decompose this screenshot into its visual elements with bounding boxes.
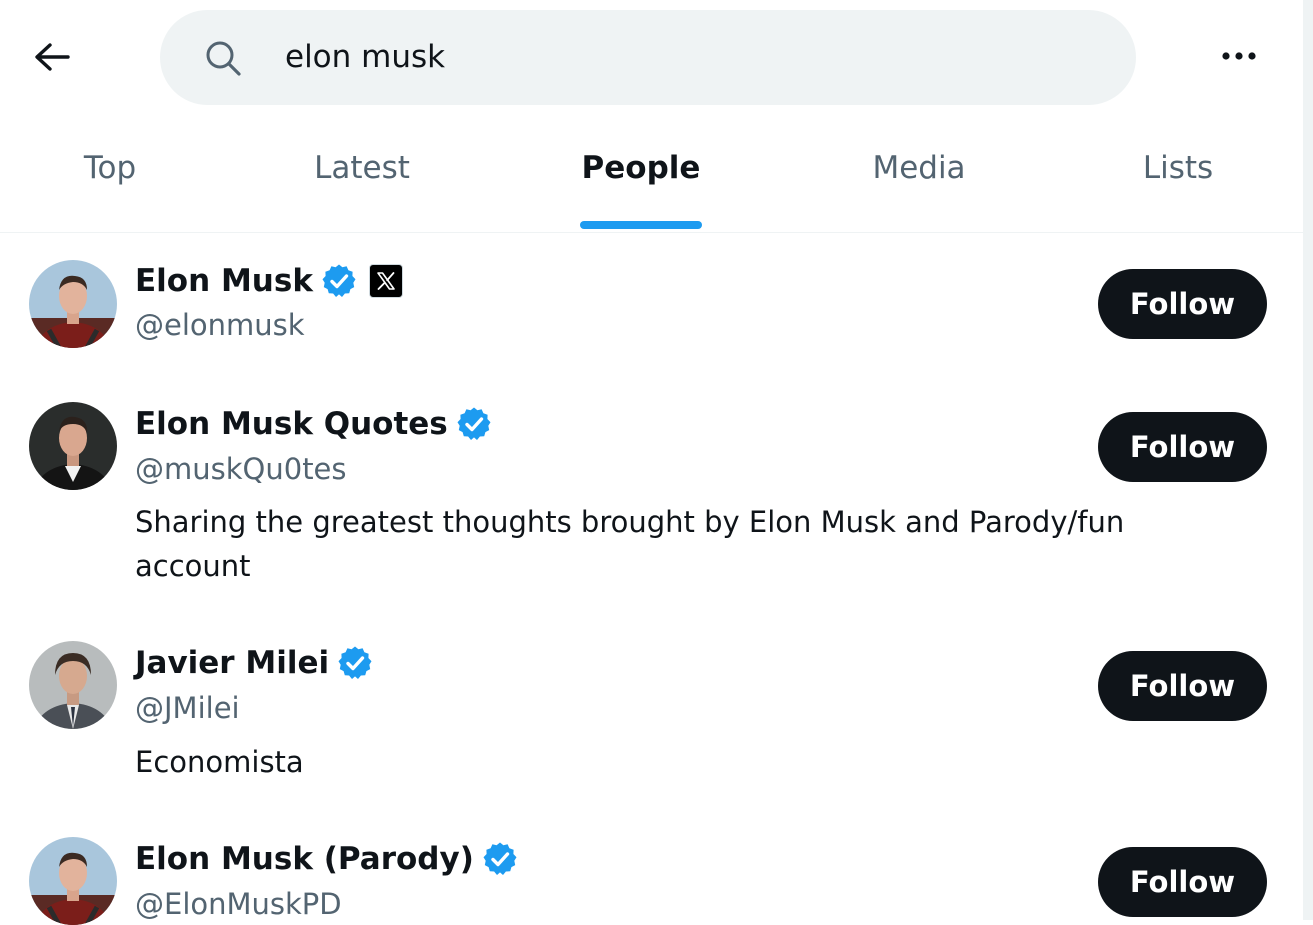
user-handle[interactable]: @elonmusk [135,308,305,342]
search-input[interactable] [285,32,1085,82]
avatar[interactable] [29,837,117,925]
user-cell[interactable]: Elon Musk (Parody) @ElonMuskPD Follow [0,820,1303,925]
tab-label: Media [872,150,966,186]
user-bio: Sharing the greatest thoughts brought by… [135,505,1125,583]
active-tab-indicator [580,221,702,229]
follow-button[interactable]: Follow [1098,269,1267,339]
right-edge-divider [1303,0,1313,920]
name-line: Elon Musk Quotes [135,402,492,446]
tab-media[interactable]: Media [777,128,1062,232]
avatar[interactable] [29,641,117,729]
tab-label: Lists [1142,150,1214,186]
tab-label: Top [83,150,137,186]
more-horizontal-icon [1222,52,1256,60]
user-name[interactable]: Elon Musk (Parody) [135,841,474,877]
search-tabs: Top Latest People Media Lists [0,128,1303,233]
x-logo-icon [377,272,395,290]
tab-lists[interactable]: Lists [1062,128,1303,232]
verified-badge-icon[interactable] [321,263,357,299]
x-affiliate-badge[interactable] [368,264,403,298]
back-button[interactable] [22,32,82,82]
search-icon [206,41,241,76]
verified-badge-icon[interactable] [482,841,518,877]
name-line: Elon Musk (Parody) [135,837,518,881]
tab-top[interactable]: Top [0,128,220,232]
user-handle[interactable]: @muskQu0tes [135,452,347,486]
arrow-left-icon [35,43,70,71]
user-name[interactable]: Elon Musk Quotes [135,406,448,442]
user-cell[interactable]: Javier Milei @JMilei Economista Follow [0,620,1303,820]
tab-label: Latest [314,150,410,186]
follow-button[interactable]: Follow [1098,412,1267,482]
user-handle[interactable]: @JMilei [135,691,240,725]
verified-badge-icon[interactable] [337,645,373,681]
user-bio: Economista [135,745,304,779]
tab-latest[interactable]: Latest [220,128,505,232]
user-name[interactable]: Javier Milei [135,645,329,681]
user-handle[interactable]: @ElonMuskPD [135,887,342,921]
verified-badge-icon[interactable] [456,406,492,442]
tab-label: People [581,150,701,186]
avatar[interactable] [29,260,117,348]
more-options-button[interactable] [1214,38,1264,74]
tab-people[interactable]: People [505,128,777,232]
follow-button[interactable]: Follow [1098,847,1267,917]
name-line: Elon Musk [135,259,403,303]
avatar[interactable] [29,402,117,490]
follow-button[interactable]: Follow [1098,651,1267,721]
user-cell[interactable]: Elon Musk @elonmusk Follow [0,240,1303,380]
user-name[interactable]: Elon Musk [135,263,313,299]
name-line: Javier Milei [135,641,373,685]
search-bar[interactable] [160,10,1136,105]
user-cell[interactable]: Elon Musk Quotes @muskQu0tes Sharing the… [0,380,1303,620]
